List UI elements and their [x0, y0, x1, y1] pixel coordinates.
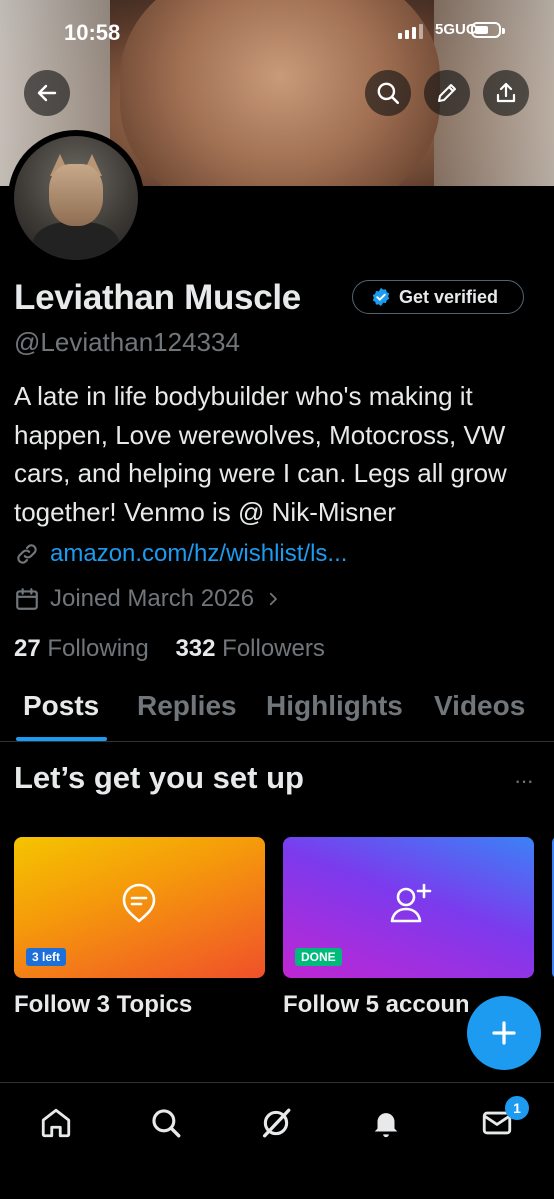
tab-replies[interactable]: Replies [137, 690, 237, 722]
get-verified-button[interactable]: Get verified [352, 280, 524, 314]
edit-button[interactable] [424, 70, 470, 116]
get-verified-label: Get verified [399, 286, 499, 307]
home-icon [41, 1108, 71, 1138]
following-link[interactable]: 27 Following [14, 635, 149, 662]
add-person-icon [390, 883, 432, 923]
tabs-divider [0, 741, 554, 742]
follow-topics-card[interactable]: 3 left [14, 837, 265, 978]
profile-bio: A late in life bodybuilder who's making … [14, 381, 507, 527]
back-arrow-icon [37, 84, 57, 102]
pencil-icon [438, 84, 456, 102]
accounts-done-badge: DONE [295, 948, 342, 966]
search-profile-button[interactable] [365, 70, 411, 116]
follow-topics-title: Follow 3 Topics [14, 991, 193, 1018]
topic-bubble-icon [122, 883, 156, 923]
battery-icon [471, 22, 505, 38]
joined-text: Joined March 2026 [50, 585, 255, 612]
compose-button[interactable] [467, 996, 541, 1070]
avatar-wolf-mask [49, 164, 103, 226]
back-button[interactable] [24, 70, 70, 116]
status-bar: 10:58 5GUC [0, 0, 554, 60]
search-icon [377, 82, 400, 105]
calendar-icon [16, 588, 38, 610]
messages-badge: 1 [505, 1096, 529, 1120]
nav-search[interactable] [146, 1103, 186, 1143]
profile-link-text: amazon.com/hz/wishlist/ls... [50, 540, 348, 567]
nav-notifications[interactable] [366, 1103, 406, 1143]
share-button[interactable] [483, 70, 529, 116]
nav-home[interactable] [36, 1103, 76, 1143]
following-label: Following [47, 635, 149, 662]
bottom-nav [0, 1083, 554, 1199]
followers-count: 332 [175, 635, 216, 662]
avatar-photo [14, 136, 138, 260]
grok-icon [262, 1108, 291, 1138]
follow-accounts-title: Follow 5 accounts [283, 991, 468, 1018]
verified-badge-icon [372, 287, 390, 307]
notifications-icon [374, 1113, 398, 1138]
nav-grok[interactable] [256, 1103, 296, 1143]
profile-handle: @Leviathan124334 [14, 327, 240, 357]
more-options-button[interactable]: ··· [514, 768, 534, 794]
tab-highlights[interactable]: Highlights [266, 690, 403, 722]
follow-stats: 27 Following 332 Followers [14, 635, 325, 663]
profile-name: Leviathan Muscle [14, 278, 301, 317]
link-icon [17, 544, 37, 564]
following-count: 27 [14, 635, 41, 662]
tab-posts[interactable]: Posts [23, 690, 99, 722]
status-time: 10:58 [64, 20, 121, 45]
followers-label: Followers [222, 635, 325, 662]
tab-videos[interactable]: Videos [434, 690, 525, 722]
chevron-right-icon [269, 592, 278, 606]
joined-date[interactable]: Joined March 2026 [14, 585, 282, 613]
avatar[interactable] [8, 130, 144, 266]
signal-icon [398, 24, 423, 39]
compose-plus-icon [492, 1021, 516, 1045]
followers-link[interactable]: 332 Followers [175, 635, 324, 662]
follow-accounts-card[interactable]: DONE [283, 837, 534, 978]
share-icon [496, 82, 516, 103]
topics-remaining-badge: 3 left [26, 948, 67, 966]
search-icon [152, 1109, 181, 1138]
setup-title: Let’s get you set up [14, 760, 304, 795]
profile-link[interactable]: amazon.com/hz/wishlist/ls... [14, 540, 347, 568]
profile-tabs: Posts Replies Highlights Videos [0, 690, 554, 740]
avatar-shirt [32, 222, 120, 260]
